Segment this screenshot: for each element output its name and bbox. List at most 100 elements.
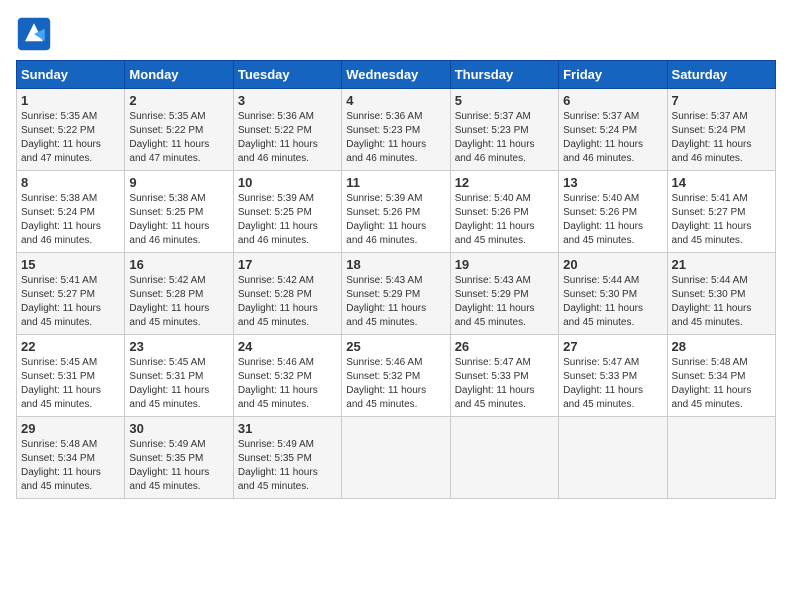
day-cell: 23 Sunrise: 5:45 AMSunset: 5:31 PMDayligh… [125,335,233,417]
day-number: 7 [672,93,771,108]
day-number: 8 [21,175,120,190]
day-cell: 14Sunrise: 5:41 AMSunset: 5:27 PMDayligh… [667,171,775,253]
day-number: 26 [455,339,554,354]
day-info: Sunrise: 5:46 AMSunset: 5:32 PMDaylight:… [238,356,337,412]
day-info: Sunrise: 5:47 AMSunset: 5:33 PMDaylight:… [563,356,662,412]
day-number: 31 [238,421,337,436]
day-info: Sunrise: 5:49 AMSunset: 5:35 PMDaylight:… [129,438,228,494]
day-number: 4 [346,93,445,108]
day-number: 14 [672,175,771,190]
day-cell: 25 Sunrise: 5:46 AMSunset: 5:32 PMDayligh… [342,335,450,417]
day-cell: 8 Sunrise: 5:38 AMSunset: 5:24 PMDaylight… [17,171,125,253]
logo-icon [16,16,52,52]
day-info: Sunrise: 5:37 AMSunset: 5:24 PMDaylight:… [563,110,662,166]
day-info: Sunrise: 5:44 AMSunset: 5:30 PMDaylight:… [672,274,771,330]
day-info: Sunrise: 5:35 AMSunset: 5:22 PMDaylight:… [129,110,228,166]
day-number: 27 [563,339,662,354]
day-number: 17 [238,257,337,272]
day-number: 10 [238,175,337,190]
day-info: Sunrise: 5:45 AMSunset: 5:31 PMDaylight:… [129,356,228,412]
day-number: 11 [346,175,445,190]
column-header-monday: Monday [125,61,233,89]
day-cell: 30 Sunrise: 5:49 AMSunset: 5:35 PMDayligh… [125,417,233,499]
day-cell: 26Sunrise: 5:47 AMSunset: 5:33 PMDayligh… [450,335,558,417]
day-number: 19 [455,257,554,272]
column-header-saturday: Saturday [667,61,775,89]
day-number: 24 [238,339,337,354]
day-info: Sunrise: 5:35 AMSunset: 5:22 PMDaylight:… [21,110,120,166]
week-row-3: 15Sunrise: 5:41 AMSunset: 5:27 PMDayligh… [17,253,776,335]
week-row-5: 29Sunrise: 5:48 AMSunset: 5:34 PMDayligh… [17,417,776,499]
day-cell: 11 Sunrise: 5:39 AMSunset: 5:26 PMDayligh… [342,171,450,253]
week-row-1: 1 Sunrise: 5:35 AMSunset: 5:22 PMDaylight… [17,89,776,171]
day-number: 21 [672,257,771,272]
day-number: 1 [21,93,120,108]
day-cell: 7 Sunrise: 5:37 AMSunset: 5:24 PMDaylight… [667,89,775,171]
day-info: Sunrise: 5:40 AMSunset: 5:26 PMDaylight:… [455,192,554,248]
day-cell: 27 Sunrise: 5:47 AMSunset: 5:33 PMDayligh… [559,335,667,417]
day-cell: 15Sunrise: 5:41 AMSunset: 5:27 PMDayligh… [17,253,125,335]
day-info: Sunrise: 5:36 AMSunset: 5:22 PMDaylight:… [238,110,337,166]
week-row-4: 22 Sunrise: 5:45 AMSunset: 5:31 PMDayligh… [17,335,776,417]
day-cell: 13Sunrise: 5:40 AMSunset: 5:26 PMDayligh… [559,171,667,253]
day-cell: 16Sunrise: 5:42 AMSunset: 5:28 PMDayligh… [125,253,233,335]
day-info: Sunrise: 5:49 AMSunset: 5:35 PMDaylight:… [238,438,337,494]
day-number: 23 [129,339,228,354]
day-number: 18 [346,257,445,272]
day-info: Sunrise: 5:48 AMSunset: 5:34 PMDaylight:… [672,356,771,412]
day-cell: 31 Sunrise: 5:49 AMSunset: 5:35 PMDayligh… [233,417,341,499]
day-cell: 29Sunrise: 5:48 AMSunset: 5:34 PMDayligh… [17,417,125,499]
logo [16,16,56,52]
day-number: 29 [21,421,120,436]
column-header-wednesday: Wednesday [342,61,450,89]
day-cell: 28 Sunrise: 5:48 AMSunset: 5:34 PMDayligh… [667,335,775,417]
day-cell: 12 Sunrise: 5:40 AMSunset: 5:26 PMDayligh… [450,171,558,253]
day-info: Sunrise: 5:37 AMSunset: 5:23 PMDaylight:… [455,110,554,166]
day-cell: 4 Sunrise: 5:36 AMSunset: 5:23 PMDaylight… [342,89,450,171]
day-cell: 24 Sunrise: 5:46 AMSunset: 5:32 PMDayligh… [233,335,341,417]
day-info: Sunrise: 5:40 AMSunset: 5:26 PMDaylight:… [563,192,662,248]
day-cell: 2Sunrise: 5:35 AMSunset: 5:22 PMDaylight… [125,89,233,171]
column-header-thursday: Thursday [450,61,558,89]
day-number: 22 [21,339,120,354]
day-cell: 19Sunrise: 5:43 AMSunset: 5:29 PMDayligh… [450,253,558,335]
day-number: 16 [129,257,228,272]
day-info: Sunrise: 5:39 AMSunset: 5:26 PMDaylight:… [346,192,445,248]
day-info: Sunrise: 5:42 AMSunset: 5:28 PMDaylight:… [238,274,337,330]
day-info: Sunrise: 5:37 AMSunset: 5:24 PMDaylight:… [672,110,771,166]
column-header-sunday: Sunday [17,61,125,89]
day-cell: 3Sunrise: 5:36 AMSunset: 5:22 PMDaylight… [233,89,341,171]
day-cell [450,417,558,499]
day-info: Sunrise: 5:43 AMSunset: 5:29 PMDaylight:… [346,274,445,330]
day-info: Sunrise: 5:44 AMSunset: 5:30 PMDaylight:… [563,274,662,330]
day-cell: 9 Sunrise: 5:38 AMSunset: 5:25 PMDaylight… [125,171,233,253]
day-cell: 20 Sunrise: 5:44 AMSunset: 5:30 PMDayligh… [559,253,667,335]
column-header-friday: Friday [559,61,667,89]
day-number: 5 [455,93,554,108]
day-cell: 21 Sunrise: 5:44 AMSunset: 5:30 PMDayligh… [667,253,775,335]
day-cell [342,417,450,499]
day-cell: 1 Sunrise: 5:35 AMSunset: 5:22 PMDaylight… [17,89,125,171]
day-info: Sunrise: 5:38 AMSunset: 5:25 PMDaylight:… [129,192,228,248]
day-cell: 18 Sunrise: 5:43 AMSunset: 5:29 PMDayligh… [342,253,450,335]
day-info: Sunrise: 5:41 AMSunset: 5:27 PMDaylight:… [21,274,120,330]
calendar-table: SundayMondayTuesdayWednesdayThursdayFrid… [16,60,776,499]
day-info: Sunrise: 5:39 AMSunset: 5:25 PMDaylight:… [238,192,337,248]
day-number: 30 [129,421,228,436]
day-info: Sunrise: 5:45 AMSunset: 5:31 PMDaylight:… [21,356,120,412]
header-row: SundayMondayTuesdayWednesdayThursdayFrid… [17,61,776,89]
day-cell [559,417,667,499]
day-number: 25 [346,339,445,354]
day-cell: 6 Sunrise: 5:37 AMSunset: 5:24 PMDaylight… [559,89,667,171]
day-info: Sunrise: 5:38 AMSunset: 5:24 PMDaylight:… [21,192,120,248]
day-info: Sunrise: 5:46 AMSunset: 5:32 PMDaylight:… [346,356,445,412]
column-header-tuesday: Tuesday [233,61,341,89]
day-cell: 22 Sunrise: 5:45 AMSunset: 5:31 PMDayligh… [17,335,125,417]
day-number: 28 [672,339,771,354]
day-number: 6 [563,93,662,108]
day-number: 9 [129,175,228,190]
day-cell: 5 Sunrise: 5:37 AMSunset: 5:23 PMDaylight… [450,89,558,171]
day-info: Sunrise: 5:36 AMSunset: 5:23 PMDaylight:… [346,110,445,166]
day-number: 20 [563,257,662,272]
day-number: 12 [455,175,554,190]
